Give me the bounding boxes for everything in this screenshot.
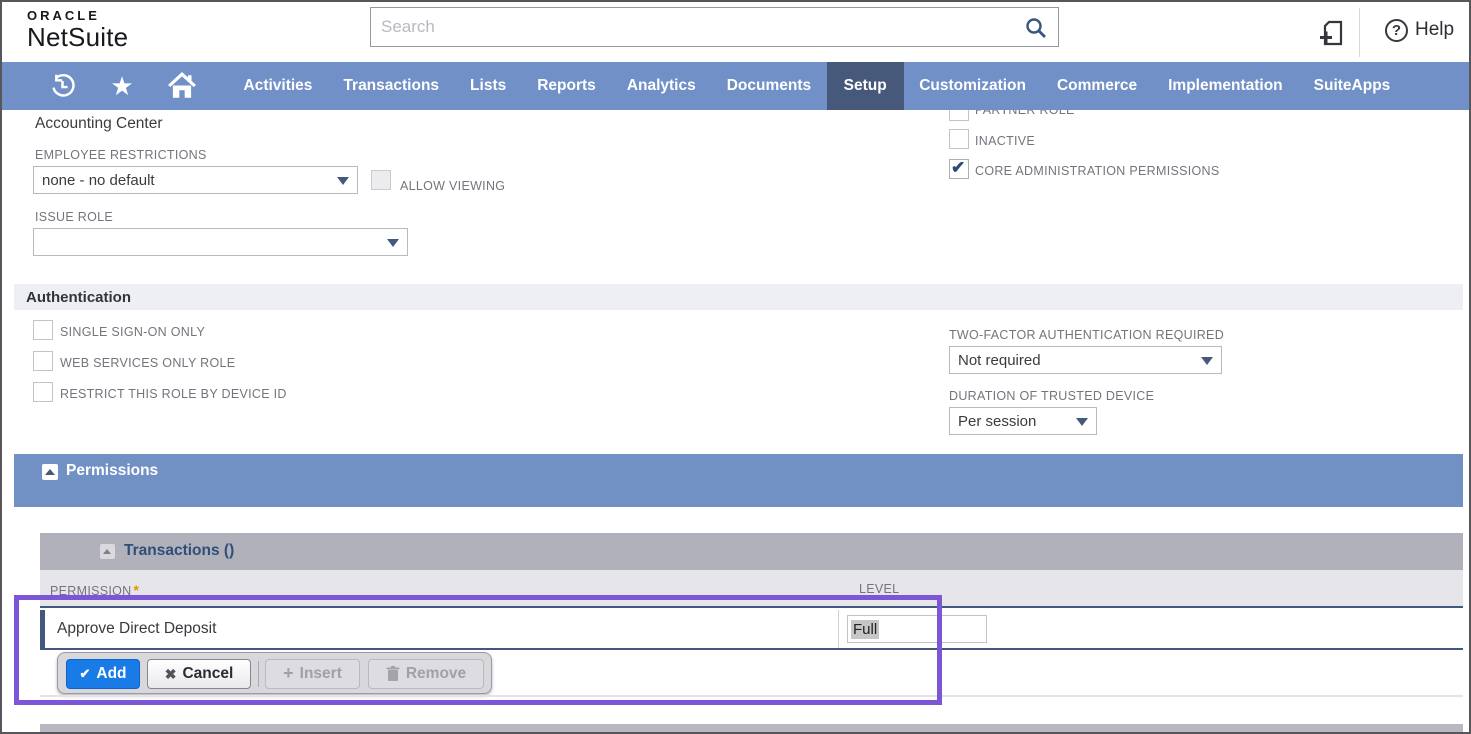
- allow-viewing-label: ALLOW VIEWING: [400, 179, 505, 193]
- employee-restrictions-dropdown[interactable]: none - no default: [33, 166, 358, 194]
- insert-button[interactable]: + Insert: [265, 659, 360, 689]
- center-type-value: Accounting Center: [35, 115, 163, 133]
- cancel-button[interactable]: ✖ Cancel: [147, 659, 251, 689]
- home-icon[interactable]: [166, 72, 198, 100]
- authentication-section-header: Authentication: [14, 284, 1463, 310]
- search-icon[interactable]: [1024, 16, 1048, 40]
- authentication-title: Authentication: [26, 289, 131, 306]
- global-search: [370, 7, 1059, 47]
- plus-icon: +: [283, 664, 294, 682]
- single-sign-on-label: SINGLE SIGN-ON ONLY: [60, 325, 205, 339]
- tab-customization[interactable]: Customization: [919, 77, 1026, 95]
- permission-cell: [45, 610, 839, 648]
- issue-role-dropdown[interactable]: [33, 228, 408, 256]
- main-navigation: ★ Activities Transactions Lists Reports …: [2, 62, 1469, 110]
- tab-documents[interactable]: Documents: [727, 77, 811, 95]
- trusted-duration-dropdown[interactable]: Per session: [949, 407, 1097, 435]
- chevron-down-icon: [1201, 357, 1213, 365]
- issue-role-label: ISSUE ROLE: [35, 210, 113, 224]
- web-services-only-label: WEB SERVICES ONLY ROLE: [60, 356, 235, 370]
- sublist-row: Full: [40, 610, 1463, 650]
- employee-restrictions-label: EMPLOYEE RESTRICTIONS: [35, 148, 207, 162]
- tab-transactions[interactable]: Transactions: [343, 77, 439, 95]
- level-selected-text: Full: [851, 620, 879, 639]
- sublist-column-headers: PERMISSION* LEVEL: [40, 570, 1463, 608]
- trash-icon: [386, 666, 400, 682]
- remove-button[interactable]: Remove: [368, 659, 484, 689]
- inactive-label: INACTIVE: [975, 134, 1035, 148]
- cancel-button-label: Cancel: [182, 665, 233, 683]
- permission-column-label: PERMISSION: [50, 584, 132, 598]
- next-section-band: [40, 724, 1463, 734]
- employee-restrictions-value: none - no default: [42, 172, 155, 189]
- required-asterisk: *: [134, 582, 140, 598]
- tab-implementation[interactable]: Implementation: [1168, 77, 1283, 95]
- tab-analytics[interactable]: Analytics: [627, 77, 696, 95]
- shortcuts-star-icon[interactable]: ★: [106, 73, 138, 99]
- nav-menu: Activities Transactions Lists Reports An…: [228, 62, 1406, 110]
- oracle-wordmark: ORACLE: [27, 9, 128, 22]
- quick-add-icon[interactable]: [1316, 17, 1348, 49]
- netsuite-logo[interactable]: ORACLE NetSuite: [27, 9, 128, 50]
- trusted-duration-label: DURATION OF TRUSTED DEVICE: [949, 389, 1154, 403]
- single-sign-on-checkbox[interactable]: [33, 320, 53, 340]
- tab-lists[interactable]: Lists: [470, 77, 506, 95]
- inactive-checkbox[interactable]: [949, 129, 969, 149]
- help-link[interactable]: Help: [1415, 19, 1454, 41]
- tab-commerce[interactable]: Commerce: [1057, 77, 1137, 95]
- transactions-title: Transactions (): [124, 542, 234, 560]
- tab-activities[interactable]: Activities: [244, 77, 313, 95]
- two-factor-value: Not required: [958, 352, 1041, 369]
- top-header-bar: ORACLE NetSuite ? Help: [2, 2, 1469, 62]
- allow-viewing-checkbox[interactable]: [371, 170, 391, 190]
- collapse-icon[interactable]: [100, 544, 115, 559]
- permission-column-header: PERMISSION*: [50, 582, 139, 598]
- permissions-title: Permissions: [66, 462, 158, 480]
- tab-reports[interactable]: Reports: [537, 77, 596, 95]
- header-divider: [1359, 8, 1360, 57]
- chevron-down-icon: [387, 239, 399, 247]
- level-column-header: LEVEL: [859, 582, 899, 596]
- restrict-device-id-label: RESTRICT THIS ROLE BY DEVICE ID: [60, 387, 287, 401]
- x-icon: ✖: [165, 666, 177, 683]
- core-admin-permissions-label: CORE ADMINISTRATION PERMISSIONS: [975, 164, 1220, 178]
- button-bar-divider: [258, 661, 259, 687]
- two-factor-dropdown[interactable]: Not required: [949, 346, 1222, 374]
- transactions-sublist-header: Transactions (): [40, 533, 1463, 570]
- level-input[interactable]: Full: [847, 615, 987, 643]
- check-icon: ✔: [79, 666, 90, 682]
- remove-button-label: Remove: [406, 665, 466, 683]
- help-icon[interactable]: ?: [1385, 19, 1408, 42]
- chevron-down-icon: [1076, 418, 1088, 426]
- two-factor-label: TWO-FACTOR AUTHENTICATION REQUIRED: [949, 328, 1224, 342]
- netsuite-window: Accounting Center EMPLOYEE RESTRICTIONS …: [0, 0, 1471, 734]
- sublist-bottom-rule: [40, 695, 1463, 697]
- collapse-icon[interactable]: [42, 464, 58, 480]
- sublist-button-bar: ✔ Add ✖ Cancel + Insert Remove: [57, 652, 492, 694]
- netsuite-wordmark: NetSuite: [27, 24, 128, 50]
- restrict-device-id-checkbox[interactable]: [33, 382, 53, 402]
- add-button-label: Add: [96, 665, 126, 683]
- tab-suiteapps[interactable]: SuiteApps: [1314, 77, 1391, 95]
- insert-button-label: Insert: [300, 665, 342, 683]
- chevron-down-icon: [337, 177, 349, 185]
- core-admin-permissions-checkbox[interactable]: [949, 159, 969, 179]
- permissions-section-header: Permissions: [14, 454, 1463, 507]
- search-input[interactable]: [371, 8, 1058, 46]
- tab-setup[interactable]: Setup: [827, 62, 904, 110]
- history-icon[interactable]: [46, 73, 78, 100]
- web-services-only-checkbox[interactable]: [33, 351, 53, 371]
- trusted-duration-value: Per session: [958, 413, 1036, 430]
- permission-input[interactable]: [45, 610, 838, 648]
- add-button[interactable]: ✔ Add: [66, 659, 140, 689]
